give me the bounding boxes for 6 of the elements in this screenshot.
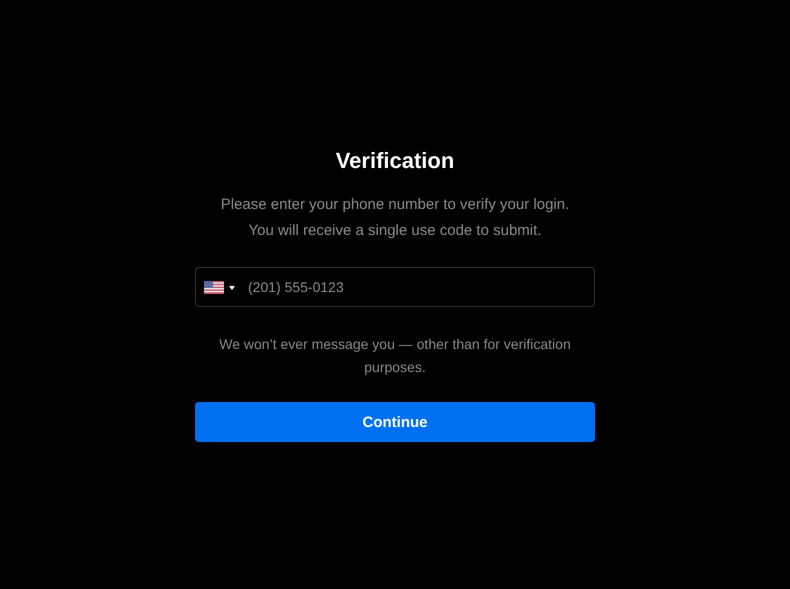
phone-field[interactable]: (201) 555-0123	[195, 267, 595, 307]
description-text: You will receive a single use code to submit.	[248, 221, 542, 241]
continue-button[interactable]: Continue	[195, 402, 595, 442]
description-text: Please enter your phone number to verify your login.	[220, 195, 570, 215]
page-title: Verification	[336, 148, 454, 174]
privacy-note: We won’t ever message you — other than for verification purposes.	[218, 335, 572, 377]
